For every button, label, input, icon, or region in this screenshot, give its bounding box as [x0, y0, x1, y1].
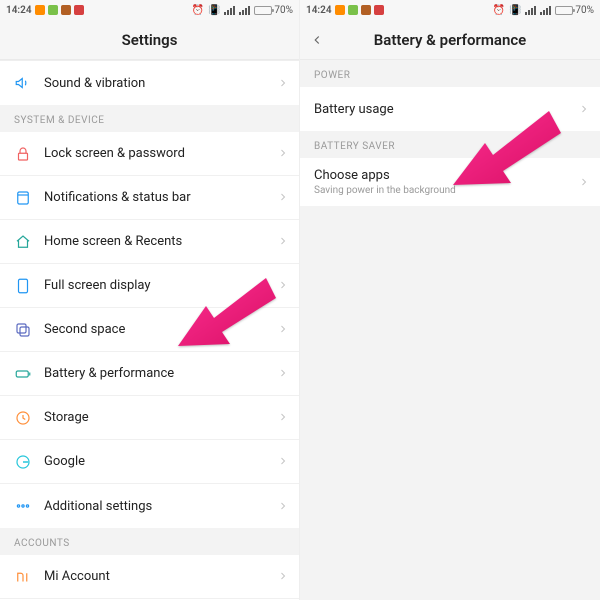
battery-icon: 70% [555, 5, 594, 16]
row-second-space[interactable]: Second space [0, 308, 299, 352]
chevron-right-icon [277, 144, 289, 163]
status-app-icon [48, 5, 58, 15]
row-label: Notifications & status bar [44, 190, 277, 205]
status-app-icon [374, 5, 384, 15]
chevron-right-icon [277, 74, 289, 93]
phone-settings: 14:24 70% Settings Sound & vib [0, 0, 300, 600]
status-bar: 14:24 70% [300, 0, 600, 20]
battery-percent: 70% [274, 5, 293, 16]
section-power: POWER [300, 60, 600, 87]
row-sound-vibration[interactable]: Sound & vibration [0, 61, 299, 105]
row-label: Choose apps [314, 168, 578, 183]
row-label: Storage [44, 410, 277, 425]
status-bar: 14:24 70% [0, 0, 299, 20]
vibrate-icon [208, 5, 220, 16]
status-app-icon [348, 5, 358, 15]
mi-icon [14, 568, 44, 586]
row-additional-settings[interactable]: Additional settings [0, 484, 299, 528]
row-mi-account[interactable]: Mi Account [0, 555, 299, 599]
row-lock-screen-password[interactable]: Lock screen & password [0, 132, 299, 176]
row-notifications-status-bar[interactable]: Notifications & status bar [0, 176, 299, 220]
page-title: Battery & performance [374, 31, 527, 49]
second-space-icon [14, 321, 44, 339]
row-label: Home screen & Recents [44, 234, 277, 249]
row-battery-performance[interactable]: Battery & performance [0, 352, 299, 396]
status-app-icon [35, 5, 45, 15]
status-app-icon [74, 5, 84, 15]
signal-icon-2 [540, 6, 551, 15]
row-label: Google [44, 454, 277, 469]
fullscreen-icon [14, 277, 44, 295]
row-label: Lock screen & password [44, 146, 277, 161]
signal-icon-1 [224, 6, 235, 15]
row-label: Battery usage [314, 102, 578, 117]
phone-battery-performance: 14:24 70% Battery & performance POWER B [300, 0, 600, 600]
chevron-right-icon [578, 100, 590, 119]
chevron-right-icon [277, 497, 289, 516]
row-home-screen-recents[interactable]: Home screen & Recents [0, 220, 299, 264]
page-title: Settings [122, 31, 178, 49]
status-app-icon [335, 5, 345, 15]
alarm-icon [192, 5, 204, 16]
row-google[interactable]: Google [0, 440, 299, 484]
back-button[interactable] [310, 20, 324, 59]
battery-percent: 70% [575, 5, 594, 16]
alarm-icon [493, 5, 505, 16]
row-storage[interactable]: Storage [0, 396, 299, 440]
chevron-right-icon [277, 567, 289, 586]
notification-icon [14, 189, 44, 207]
section-accounts: ACCOUNTS [0, 528, 299, 555]
signal-icon-2 [239, 6, 250, 15]
row-label: Second space [44, 322, 277, 337]
row-battery-usage[interactable]: Battery usage [300, 87, 600, 131]
lock-icon [14, 145, 44, 163]
google-icon [14, 453, 44, 471]
chevron-right-icon [277, 232, 289, 251]
vibrate-icon [509, 5, 521, 16]
chevron-right-icon [277, 408, 289, 427]
chevron-right-icon [578, 173, 590, 192]
battery-list[interactable]: POWER Battery usage BATTERY SAVER Choose… [300, 60, 600, 600]
section-battery-saver: BATTERY SAVER [300, 131, 600, 158]
row-label: Additional settings [44, 499, 277, 514]
row-label: Full screen display [44, 278, 277, 293]
storage-icon [14, 409, 44, 427]
chevron-right-icon [277, 276, 289, 295]
battery-icon: 70% [254, 5, 293, 16]
chevron-right-icon [277, 452, 289, 471]
chevron-right-icon [277, 188, 289, 207]
row-label: Mi Account [44, 569, 277, 584]
status-clock: 14:24 [306, 5, 332, 16]
row-label: Battery & performance [44, 366, 277, 381]
row-choose-apps[interactable]: Choose apps Saving power in the backgrou… [300, 158, 600, 206]
chevron-right-icon [277, 364, 289, 383]
sound-icon [14, 74, 44, 92]
header: Settings [0, 20, 299, 60]
header: Battery & performance [300, 20, 600, 60]
settings-list[interactable]: Sound & vibration SYSTEM & DEVICE Lock s… [0, 60, 299, 600]
row-sublabel: Saving power in the background [314, 185, 578, 196]
status-clock: 14:24 [6, 5, 32, 16]
row-full-screen-display[interactable]: Full screen display [0, 264, 299, 308]
more-icon [14, 497, 44, 515]
battery-perf-icon [14, 365, 44, 383]
status-app-icon [61, 5, 71, 15]
status-app-icon [361, 5, 371, 15]
chevron-right-icon [277, 320, 289, 339]
home-icon [14, 233, 44, 251]
row-label: Sound & vibration [44, 76, 277, 91]
signal-icon-1 [525, 6, 536, 15]
section-system-device: SYSTEM & DEVICE [0, 105, 299, 132]
